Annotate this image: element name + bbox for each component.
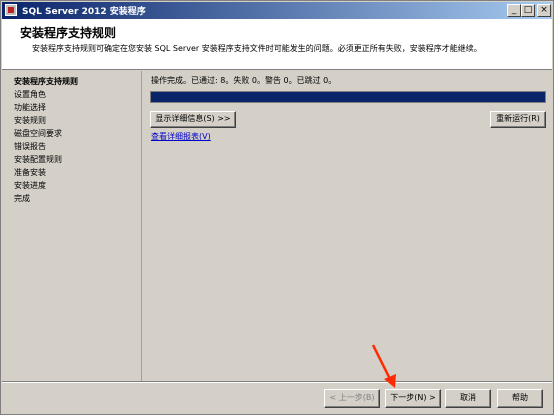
window-title: SQL Server 2012 安装程序	[22, 7, 146, 17]
sql-server-app-icon	[5, 4, 17, 16]
show-details-button[interactable]: 显示详细信息(S) >>	[150, 111, 236, 128]
step-sidebar: 安装程序支持规则 设置角色 功能选择 安装规则 磁盘空间要求 错误报告 安装配置…	[2, 71, 142, 381]
page-description: 安装程序支持规则可确定在您安装 SQL Server 安装程序支持文件时可能发生…	[32, 44, 482, 53]
page-header: 安装程序支持规则 安装程序支持规则可确定在您安装 SQL Server 安装程序…	[2, 19, 552, 70]
status-text: 操作完成。已通过: 8。失败 0。警告 0。已跳过 0。	[151, 76, 337, 85]
title-bar: SQL Server 2012 安装程序 _ □ ×	[2, 2, 552, 19]
cancel-button[interactable]: 取消	[445, 389, 491, 408]
view-report-link[interactable]: 查看详细报表(V)	[151, 131, 211, 142]
page-title: 安装程序支持规则	[20, 26, 117, 40]
footer-divider	[2, 381, 552, 383]
sidebar-item-ready-to-install[interactable]: 准备安装	[14, 166, 141, 179]
progress-fill	[151, 92, 545, 102]
back-button[interactable]: < 上一步(B)	[324, 389, 380, 408]
sidebar-item-complete[interactable]: 完成	[14, 192, 141, 205]
sidebar-item-install-progress[interactable]: 安装进度	[14, 179, 141, 192]
step-list: 安装程序支持规则 设置角色 功能选择 安装规则 磁盘空间要求 错误报告 安装配置…	[2, 71, 141, 205]
sidebar-item-setup-role[interactable]: 设置角色	[14, 88, 141, 101]
sidebar-item-feature-selection[interactable]: 功能选择	[14, 101, 141, 114]
main-panel: 操作完成。已通过: 8。失败 0。警告 0。已跳过 0。 显示详细信息(S) >…	[144, 71, 552, 381]
rerun-button[interactable]: 重新运行(R)	[490, 111, 546, 128]
sidebar-item-installation-rules[interactable]: 安装规则	[14, 114, 141, 127]
next-button[interactable]: 下一步(N) >	[385, 389, 441, 408]
progress-bar	[150, 91, 546, 103]
sidebar-item-disk-space[interactable]: 磁盘空间要求	[14, 127, 141, 140]
sidebar-item-setup-support-rules[interactable]: 安装程序支持规则	[14, 75, 141, 88]
help-button[interactable]: 帮助	[497, 389, 543, 408]
sidebar-item-error-reporting[interactable]: 错误报告	[14, 140, 141, 153]
maximize-button[interactable]: □	[521, 4, 535, 17]
installer-window: SQL Server 2012 安装程序 _ □ × 安装程序支持规则 安装程序…	[0, 0, 554, 415]
sidebar-item-config-rules[interactable]: 安装配置规则	[14, 153, 141, 166]
minimize-button[interactable]: _	[507, 4, 521, 17]
close-button[interactable]: ×	[537, 4, 551, 17]
